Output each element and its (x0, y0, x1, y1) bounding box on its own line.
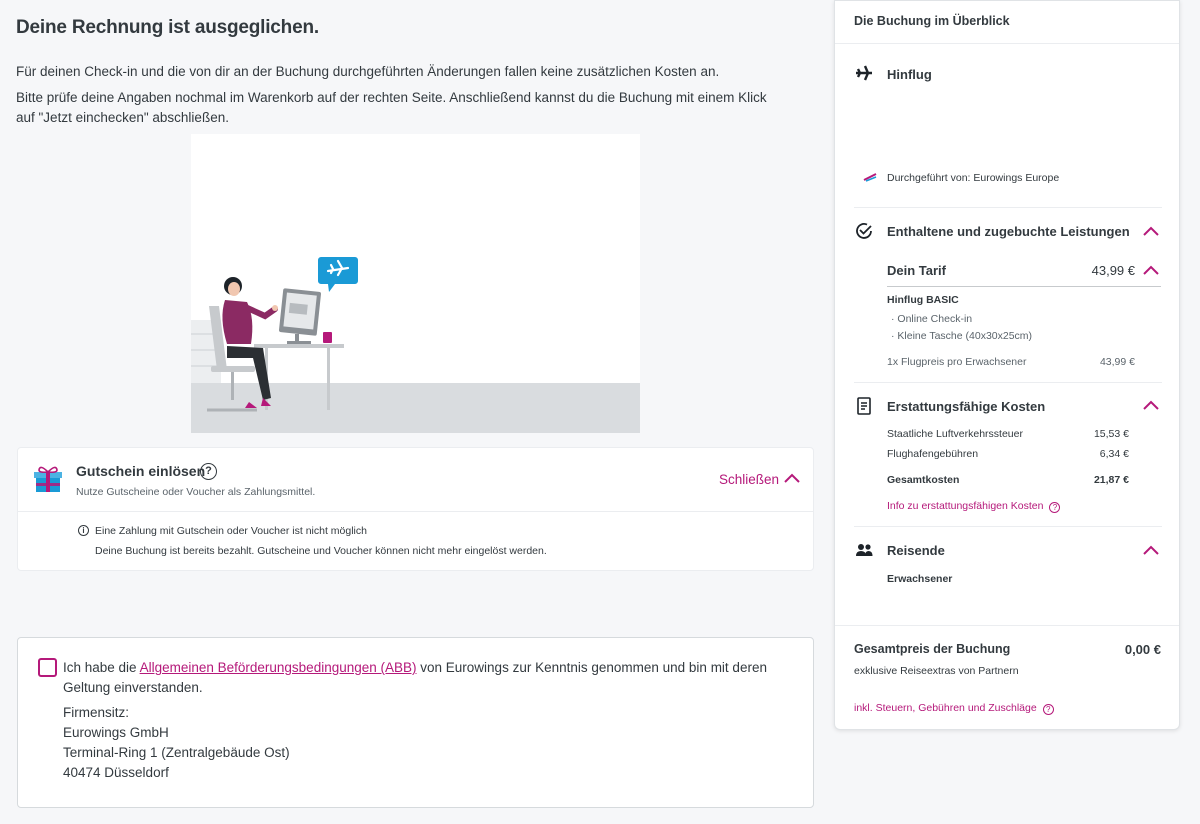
summary-title: Die Buchung im Überblick (854, 14, 1010, 28)
intro-text-1: Für deinen Check-in und die von dir an d… (16, 64, 720, 79)
services-title: Enthaltene und zugebuchte Leistungen (887, 224, 1130, 239)
page-title: Deine Rechnung ist ausgeglichen. (16, 17, 319, 38)
abb-link[interactable]: Allgemeinen Beförderungsbedingungen (ABB… (140, 660, 417, 675)
chevron-up-icon[interactable] (1142, 264, 1160, 276)
refundable-row-value: 6,34 € (1099, 448, 1129, 460)
traveller-type: Erwachsener (887, 573, 953, 585)
terms-panel: Ich habe die Allgemeinen Beförderungsbed… (17, 637, 814, 808)
voucher-title: Gutschein einlösen (76, 463, 206, 479)
refundable-total-value: 21,87 € (1093, 474, 1129, 486)
address-line: Firmensitz: (63, 705, 130, 720)
info-icon: i (78, 525, 89, 536)
refundable-row-value: 15,53 € (1093, 428, 1129, 440)
chevron-up-icon[interactable] (783, 472, 801, 484)
divider (835, 625, 1179, 626)
divider (854, 526, 1162, 527)
chevron-up-icon[interactable] (1142, 544, 1160, 556)
terms-text: Ich habe die Allgemeinen Beförderungsbed… (63, 658, 783, 698)
terms-text-before: Ich habe die (63, 660, 140, 675)
help-icon[interactable]: ? (200, 463, 217, 480)
refundable-row-label: Staatliche Luftverkehrssteuer (887, 428, 1023, 440)
tariff-label: Dein Tarif (887, 263, 946, 278)
help-icon: ? (1042, 704, 1054, 715)
voucher-note-text: Deine Buchung ist bereits bezahlt. Gutsc… (95, 545, 547, 557)
divider (854, 382, 1162, 383)
terms-checkbox[interactable] (38, 658, 57, 677)
total-label: Gesamtpreis der Buchung (854, 642, 1011, 656)
people-icon (856, 544, 873, 556)
fare-feature: · Kleine Tasche (40x30x25cm) (891, 330, 1033, 342)
check-circle-icon (856, 223, 872, 239)
intro-text-2: Bitte prüfe deine Angaben nochmal im War… (16, 90, 767, 125)
document-icon (857, 397, 871, 415)
summary-header: Die Buchung im Überblick (835, 1, 1179, 44)
operated-by: Durchgeführt von: Eurowings Europe (887, 172, 1060, 184)
flight-title: Hinflug (887, 67, 932, 82)
total-info-link[interactable]: inkl. Steuern, Gebühren und Zuschläge? (854, 702, 1054, 715)
refundable-info-label: Info zu erstattungsfähigen Kosten (887, 500, 1044, 512)
eurowings-logo-icon (863, 173, 877, 182)
refundable-info-link[interactable]: Info zu erstattungsfähigen Kosten? (887, 500, 1061, 513)
voucher-close-button[interactable]: Schließen (719, 472, 779, 487)
gift-icon (34, 466, 62, 492)
refundable-row-label: Flughafengebühren (887, 448, 979, 460)
address-line: 40474 Düsseldorf (63, 765, 169, 780)
total-info-label: inkl. Steuern, Gebühren und Zuschläge (854, 702, 1037, 714)
voucher-header[interactable]: Gutschein einlösen ? Nutze Gutscheine od… (18, 448, 813, 512)
refundable-total-label: Gesamtkosten (887, 474, 960, 486)
address-line: Eurowings GmbH (63, 725, 169, 740)
check-in-illustration (191, 134, 640, 433)
travellers-title: Reisende (887, 543, 945, 558)
total-value: 0,00 € (1124, 642, 1161, 657)
fare-line-price: 43,99 € (1099, 356, 1135, 368)
help-icon: ? (1049, 502, 1061, 513)
voucher-panel: Gutschein einlösen ? Nutze Gutscheine od… (17, 447, 814, 571)
address-line: Terminal-Ring 1 (Zentralgebäude Ost) (63, 745, 290, 760)
total-note: exklusive Reiseextras von Partnern (854, 665, 1019, 677)
chevron-up-icon[interactable] (1142, 399, 1160, 411)
voucher-subtitle: Nutze Gutscheine oder Voucher als Zahlun… (76, 486, 316, 498)
voucher-note-title: Eine Zahlung mit Gutschein oder Voucher … (95, 525, 367, 537)
divider (887, 286, 1161, 287)
fare-feature: · Online Check-in (891, 313, 973, 325)
fare-name: Hinflug BASIC (887, 294, 959, 306)
fare-line-label: 1x Flugpreis pro Erwachsener (887, 356, 1027, 368)
tariff-price: 43,99 € (1091, 263, 1135, 278)
refundable-title: Erstattungsfähige Kosten (887, 399, 1046, 414)
chevron-up-icon[interactable] (1142, 225, 1160, 237)
airplane-icon (856, 65, 872, 81)
divider (854, 207, 1162, 208)
booking-summary-panel: Die Buchung im Überblick Hinflug Durchge… (834, 0, 1180, 730)
